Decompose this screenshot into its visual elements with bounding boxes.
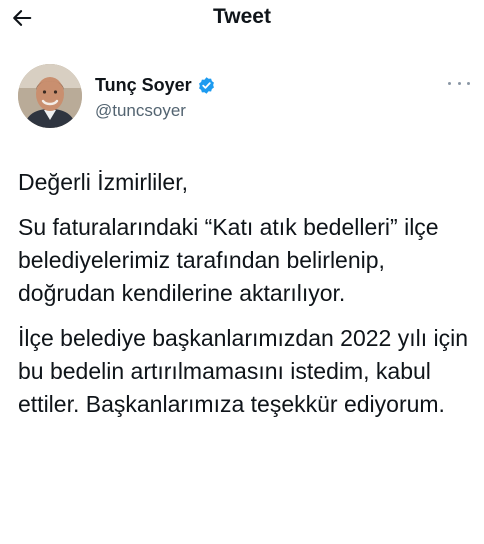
more-options-button[interactable] bbox=[448, 76, 470, 90]
tweet-paragraph: İlçe belediye başkanlarımızdan 2022 yılı… bbox=[18, 325, 469, 417]
avatar[interactable] bbox=[18, 64, 82, 128]
verified-badge-icon bbox=[197, 76, 216, 95]
more-horizontal-icon bbox=[448, 81, 451, 85]
author-handle[interactable]: @tuncsoyer bbox=[95, 101, 186, 121]
tweet-paragraph: Değerli İzmirliler, bbox=[18, 169, 188, 195]
author-name[interactable]: Tunç Soyer bbox=[95, 75, 192, 96]
top-bar: Tweet bbox=[0, 0, 484, 38]
name-row: Tunç Soyer bbox=[95, 75, 216, 96]
tweet-text: Değerli İzmirliler, Su faturalarındaki “… bbox=[18, 166, 474, 421]
profile-photo bbox=[18, 64, 82, 128]
tweet-author: Tunç Soyer @tuncsoyer bbox=[18, 64, 474, 134]
tweet-paragraph: Su faturalarındaki “Katı atık bedelleri”… bbox=[18, 214, 439, 306]
page-title: Tweet bbox=[213, 5, 271, 28]
